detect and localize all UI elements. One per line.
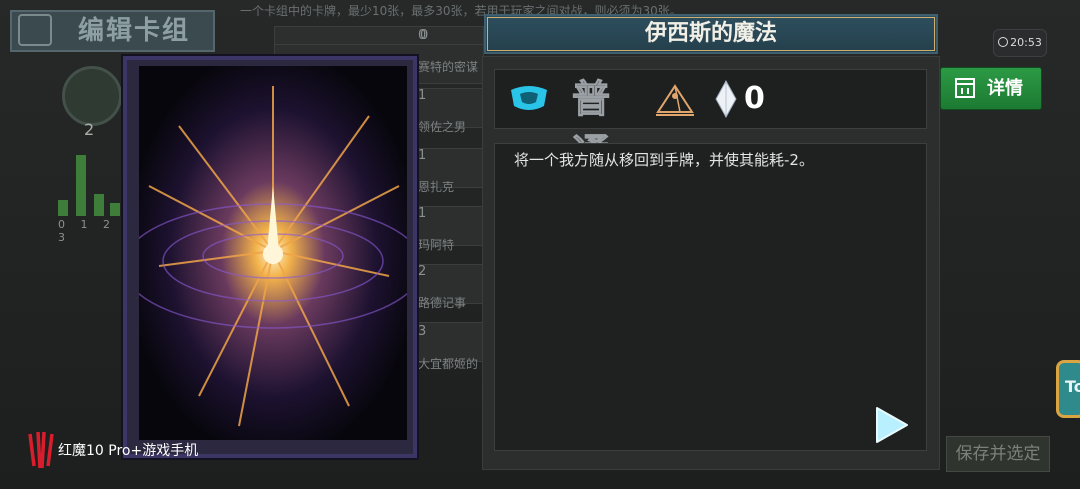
curve-bar [76, 155, 86, 216]
curve-labels: 0 1 2 3 [58, 218, 116, 244]
redmagic-logo-icon [26, 430, 56, 470]
card-art [139, 66, 407, 440]
magic-vortex-illustration [139, 66, 407, 440]
next-card-arrow-icon[interactable] [874, 405, 910, 445]
card-info-row [494, 69, 927, 129]
faction-badge-icon [508, 84, 550, 114]
save-and-select-button[interactable]: 保存并选定 [946, 436, 1050, 472]
side-tab-button[interactable]: To [1056, 360, 1080, 418]
clock: 20:53 [993, 29, 1047, 57]
card-cost: 0 [744, 81, 765, 116]
curve-bar [58, 200, 68, 216]
rarity-label: 普通 [572, 77, 611, 176]
card-title: 伊西斯的魔法 [644, 21, 777, 46]
card-description: 将一个我方随从移回到手牌，并使其能耗-2。 [514, 151, 814, 169]
side-tab-label: To [1065, 377, 1080, 396]
curve-bar [94, 194, 104, 216]
deck-list-cost: 0 [420, 28, 429, 43]
crystal-icon [714, 79, 738, 119]
clock-time: 20:53 [1010, 36, 1042, 49]
deck-list-cost: 1 [418, 88, 427, 103]
mana-count: 2 [84, 120, 95, 139]
curve-bar [110, 203, 120, 216]
pyramid-spell-icon [654, 82, 696, 118]
deck-list-cost: 1 [418, 148, 427, 163]
clock-icon [998, 37, 1009, 47]
device-watermark: 红魔10 Pro+游戏手机 [58, 443, 199, 459]
card-page-icon [954, 77, 976, 99]
deck-list-cost: 3 [418, 324, 427, 339]
deck-list-cost: 1 [418, 206, 427, 221]
deck-list-cost: 2 [418, 264, 427, 279]
card-description-box [494, 143, 927, 451]
deck-editor-logo-icon [18, 14, 52, 46]
mana-orb-icon [62, 66, 122, 126]
mana-curve-chart [52, 150, 124, 216]
